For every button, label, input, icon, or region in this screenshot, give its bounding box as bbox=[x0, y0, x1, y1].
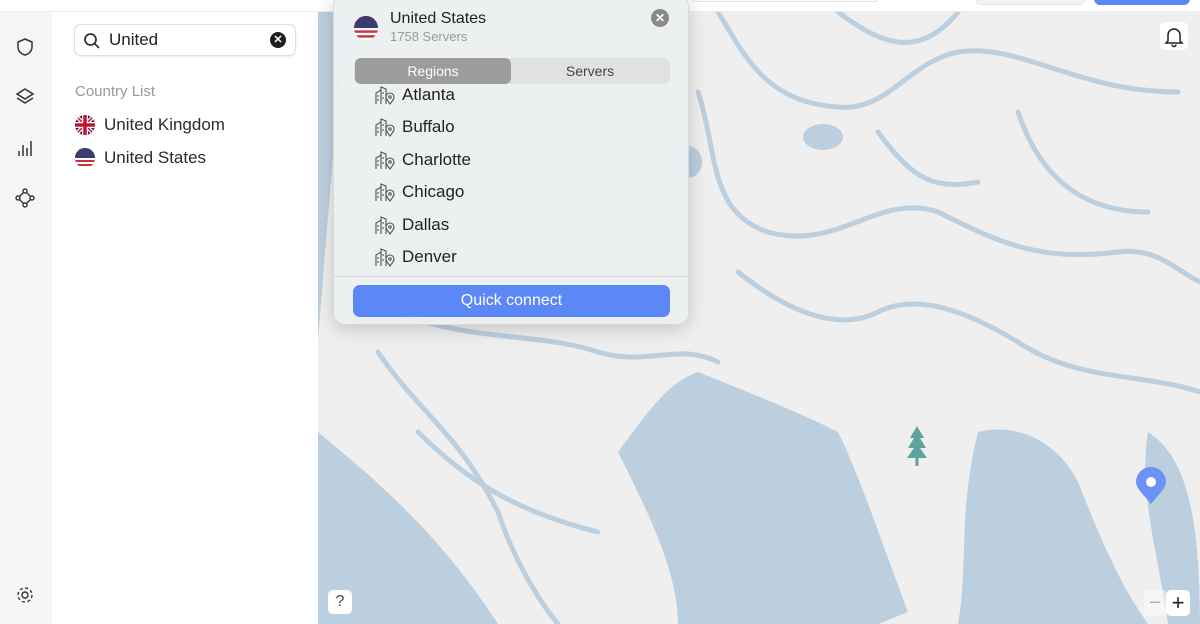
zoom-out-button[interactable]: − bbox=[1144, 590, 1166, 616]
region-item[interactable]: Charlotte bbox=[374, 148, 471, 172]
country-list-title: Country List bbox=[75, 83, 156, 100]
city-pin-icon bbox=[375, 86, 395, 105]
top-secondary-button[interactable] bbox=[975, 0, 1085, 5]
region-name: Dallas bbox=[402, 215, 450, 234]
uk-flag-icon bbox=[75, 115, 95, 135]
city-pin-icon bbox=[375, 118, 395, 137]
clear-search-button[interactable]: ✕ bbox=[270, 32, 286, 48]
region-name: Chicago bbox=[402, 182, 465, 201]
region-name: Atlanta bbox=[402, 85, 455, 104]
country-item-united-states[interactable]: United States bbox=[75, 146, 206, 170]
country-name: United States bbox=[104, 148, 207, 167]
quick-connect-button[interactable]: Quick connect bbox=[353, 285, 670, 317]
mesh-network-icon[interactable] bbox=[14, 187, 36, 209]
country-popup: United States 1758 Servers ✕ Regions Ser… bbox=[333, 0, 690, 325]
notifications-button[interactable] bbox=[1160, 22, 1188, 50]
region-name: Charlotte bbox=[402, 150, 471, 169]
zoom-in-button[interactable]: + bbox=[1166, 590, 1190, 616]
settings-icon[interactable] bbox=[14, 584, 36, 606]
search-icon bbox=[84, 33, 100, 49]
search-input[interactable] bbox=[109, 30, 259, 50]
search-box[interactable]: ✕ bbox=[74, 24, 296, 56]
icon-rail bbox=[0, 12, 52, 624]
region-item[interactable]: Denver bbox=[374, 245, 457, 269]
city-pin-icon bbox=[375, 183, 395, 202]
country-name: United Kingdom bbox=[104, 115, 225, 134]
top-input[interactable] bbox=[690, 0, 880, 2]
region-item[interactable]: Buffalo bbox=[374, 115, 455, 139]
region-name: Denver bbox=[402, 247, 457, 266]
sidebar: ✕ Country List United Kingdom United Sta… bbox=[52, 12, 318, 624]
bell-icon bbox=[1164, 28, 1184, 48]
top-primary-button[interactable] bbox=[1094, 0, 1190, 5]
city-pin-icon bbox=[375, 216, 395, 235]
city-pin-icon bbox=[375, 151, 395, 170]
country-item-united-kingdom[interactable]: United Kingdom bbox=[75, 113, 225, 137]
server-count: 1758 Servers bbox=[390, 29, 468, 44]
region-item[interactable]: Dallas bbox=[374, 213, 449, 237]
tab-regions[interactable]: Regions bbox=[355, 58, 511, 84]
location-pin-icon[interactable] bbox=[1135, 467, 1167, 505]
zoom-controls: − + bbox=[1144, 590, 1192, 616]
city-pin-icon bbox=[375, 248, 395, 267]
layers-icon[interactable] bbox=[14, 86, 36, 108]
region-item[interactable]: Chicago bbox=[374, 180, 464, 204]
us-flag-icon bbox=[354, 16, 378, 40]
us-flag-icon bbox=[75, 148, 95, 168]
view-segmented-control: Regions Servers bbox=[354, 58, 670, 84]
region-item[interactable]: Atlanta bbox=[374, 83, 455, 107]
help-button[interactable]: ? bbox=[328, 590, 352, 614]
region-name: Buffalo bbox=[402, 117, 455, 136]
tab-servers[interactable]: Servers bbox=[512, 58, 668, 84]
stats-icon[interactable] bbox=[14, 137, 36, 159]
divider bbox=[334, 276, 690, 277]
shield-icon[interactable] bbox=[14, 36, 36, 58]
tree-icon bbox=[907, 426, 927, 466]
popup-title: United States bbox=[390, 10, 487, 27]
close-popup-button[interactable]: ✕ bbox=[651, 9, 669, 27]
